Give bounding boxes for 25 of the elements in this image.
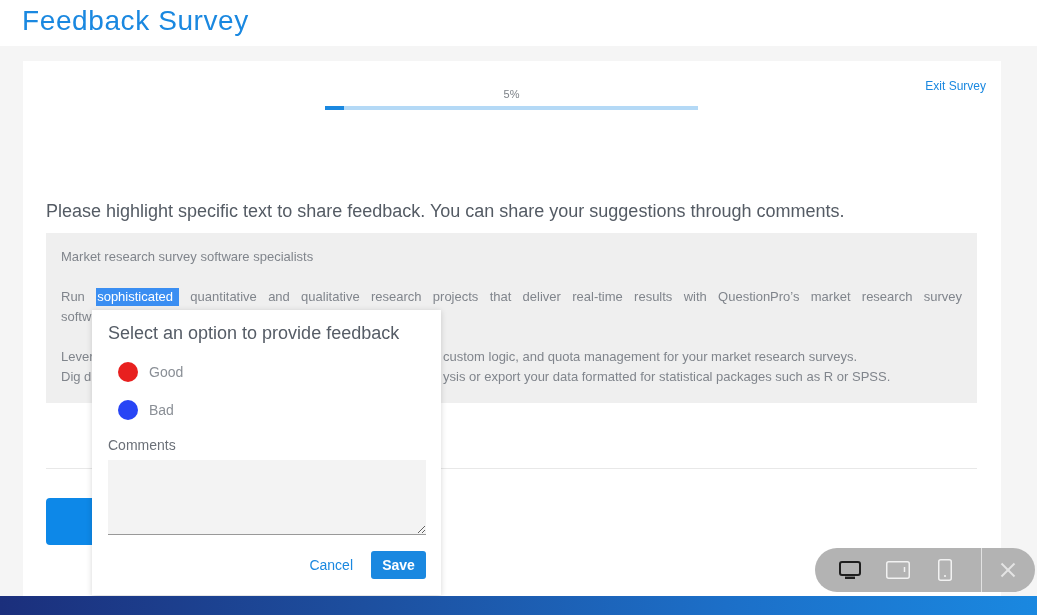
popup-title: Select an option to provide feedback (108, 322, 401, 345)
passage-text: Market research survey software specialists (61, 249, 314, 264)
comments-field[interactable] (108, 460, 426, 535)
passage-text: Lever (61, 348, 94, 366)
cancel-link[interactable]: Cancel (309, 556, 353, 574)
passage-text: softw (61, 309, 92, 324)
passage-text: Dig d (61, 368, 92, 386)
progress-label: 5% (503, 87, 520, 101)
action-button[interactable] (46, 498, 92, 545)
save-button[interactable]: Save (371, 551, 426, 579)
feedback-option[interactable]: Good (108, 353, 188, 391)
exit-survey-link[interactable]: Exit Survey (925, 79, 986, 93)
passage-text: Run (61, 289, 85, 304)
close-icon[interactable] (1000, 562, 1016, 578)
page-title: Feedback Survey (22, 4, 249, 38)
question-text: Please highlight specific text to share feedback. You can share your suggestions through comments. (46, 200, 846, 223)
passage-text: ysis or export your data formatted for statistical packages such as R or SPSS. (443, 368, 891, 386)
passage-text: custom logic, and quota management for your market research surveys. (443, 348, 858, 366)
comments-label: Comments (108, 436, 177, 454)
passage-text: quantitative and qualitative research projects that deliver real-time results with QuestionPro’s market research survey (190, 289, 962, 304)
phone-icon[interactable] (938, 559, 952, 581)
feedback-option[interactable]: Bad (108, 391, 178, 429)
tablet-icon[interactable] (886, 561, 910, 579)
selected-text: sophisticated (96, 288, 180, 306)
monitor-icon[interactable] (839, 561, 861, 579)
